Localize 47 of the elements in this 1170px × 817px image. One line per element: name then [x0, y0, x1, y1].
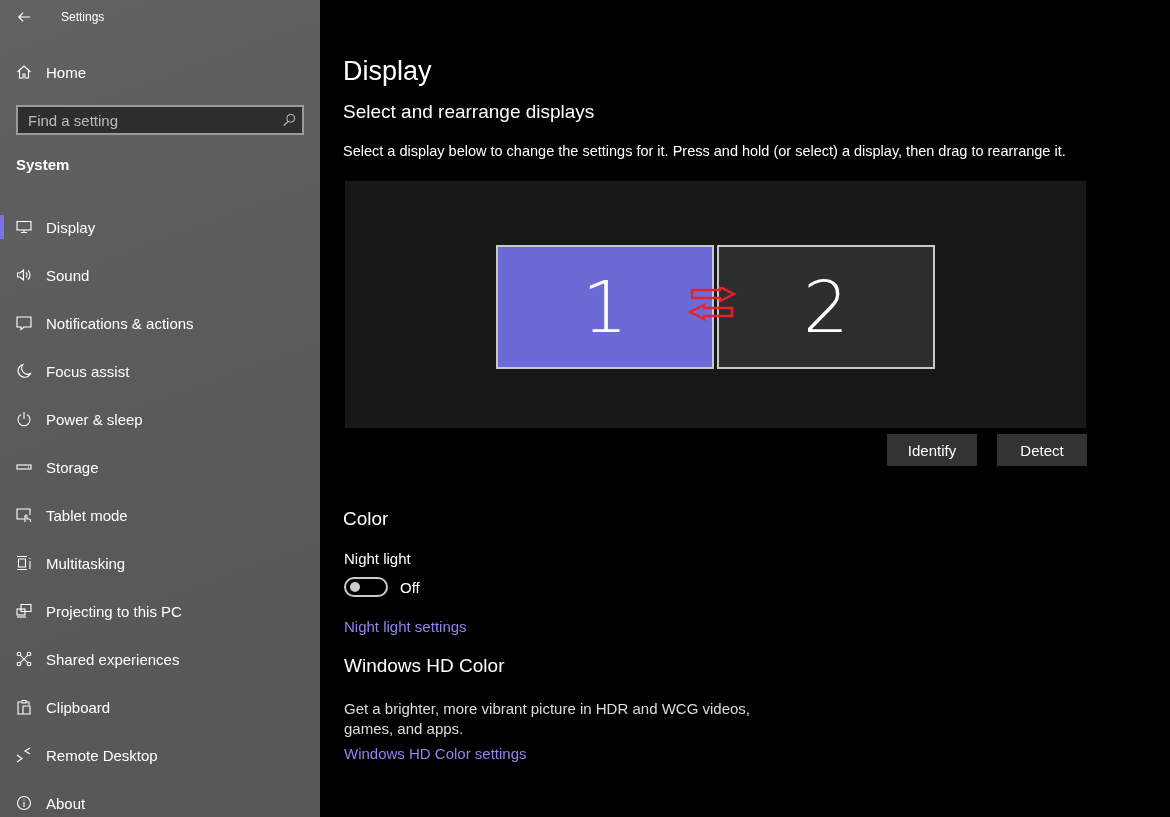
- description-text: Select a display below to change the settings for it. Press and hold (or select) a display, then drag to rearrange it.: [343, 143, 1067, 159]
- sidebar-item[interactable]: Multitasking: [0, 539, 320, 587]
- sidebar-item[interactable]: Storage: [0, 443, 320, 491]
- sidebar-item[interactable]: Focus assist: [0, 347, 320, 395]
- crescent-moon-icon: [16, 363, 32, 379]
- screens-icon: [16, 603, 32, 619]
- description-text: Get a brighter, more vibrant picture in HDR and WCG videos, games, and apps.: [344, 699, 751, 739]
- sidebar-item[interactable]: Clipboard: [0, 683, 320, 731]
- speech-bubble-icon: [16, 315, 32, 331]
- toggle-switch[interactable]: [344, 577, 388, 597]
- sidebar-item[interactable]: Projecting to this PC: [0, 587, 320, 635]
- chevrons-icon: [16, 747, 32, 763]
- section-heading: Select and rearrange displays: [343, 101, 596, 123]
- home-link[interactable]: Home: [0, 55, 320, 89]
- sidebar-item[interactable]: Remote Desktop: [0, 731, 320, 779]
- setting-label: Night light: [344, 550, 412, 567]
- sidebar-item[interactable]: Notifications & actions: [0, 299, 320, 347]
- sidebar-item[interactable]: Sound: [0, 251, 320, 299]
- search-icon: [282, 113, 296, 127]
- toggle-state-text: Off: [400, 578, 420, 596]
- section-title: System: [15, 156, 71, 173]
- sidebar-item[interactable]: Shared experiences: [0, 635, 320, 683]
- tablet-hand-icon: [16, 507, 32, 523]
- home-icon: [16, 64, 32, 80]
- sidebar-item[interactable]: Power & sleep: [0, 395, 320, 443]
- section-heading: Windows HD Color: [344, 655, 506, 677]
- clipboard-icon: [16, 699, 32, 715]
- settings-link[interactable]: Night light settings: [344, 618, 467, 635]
- speaker-icon: [16, 267, 32, 283]
- action-button[interactable]: Detect: [997, 434, 1087, 466]
- windows-layout-icon: [16, 555, 32, 571]
- display-tile[interactable]: 1: [496, 244, 714, 369]
- nodes-icon: [16, 651, 32, 667]
- power-icon: [16, 411, 32, 427]
- display-tile[interactable]: 2: [717, 244, 935, 369]
- settings-link[interactable]: Windows HD Color settings: [344, 745, 527, 762]
- monitor-icon: [16, 219, 32, 235]
- section-heading: Color: [343, 508, 390, 530]
- page-title: Display: [343, 56, 433, 87]
- info-icon: [16, 795, 32, 811]
- back-arrow-icon[interactable]: [17, 10, 31, 24]
- window-title: Settings: [61, 10, 105, 24]
- sidebar-item[interactable]: Tablet mode: [0, 491, 320, 539]
- sidebar-item[interactable]: About: [0, 779, 320, 817]
- sidebar-item[interactable]: Display: [0, 203, 320, 251]
- action-button[interactable]: Identify: [887, 434, 977, 466]
- search-field[interactable]: Find a setting: [16, 105, 304, 135]
